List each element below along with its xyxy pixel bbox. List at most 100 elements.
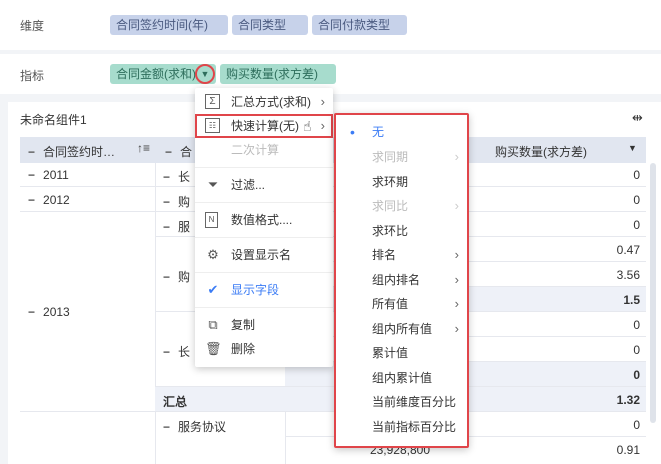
type-label: 长: [178, 170, 191, 184]
dropdown-arrow-icon[interactable]: ▼: [195, 64, 215, 84]
indicator-pill-quantity[interactable]: 购买数量(求方差): [220, 64, 336, 84]
submenu-item-label: 求同期: [372, 150, 409, 164]
submenu-item-dimension-percent[interactable]: 当前维度百分比: [336, 390, 467, 414]
type-cell[interactable]: − 购: [163, 193, 190, 210]
sort-icon[interactable]: ↑≡: [137, 141, 150, 155]
submenu-item-group-cumulative[interactable]: 组内累计值: [336, 366, 467, 390]
submenu-item-rank[interactable]: 排名 ›: [336, 243, 467, 267]
menu-item-aggregate[interactable]: Σ 汇总方式(求和) ›: [195, 90, 333, 114]
submenu-item-label: 所有值: [372, 297, 409, 311]
submenu-item-label: 无: [372, 125, 385, 139]
menu-separator: [195, 307, 333, 308]
dimension-pill-type[interactable]: 合同类型: [232, 15, 308, 35]
collapse-icon[interactable]: −: [28, 305, 35, 319]
dimension-pill-pay[interactable]: 合同付款类型: [312, 15, 407, 35]
header-col1-label: 合同签约时…: [43, 145, 116, 159]
check-icon: ✔: [207, 282, 219, 297]
collapse-icon[interactable]: −: [28, 168, 35, 182]
menu-item-label: 汇总方式(求和): [231, 95, 311, 109]
value-cell: 0: [633, 193, 640, 207]
header-col2[interactable]: − 合: [165, 143, 192, 160]
header-dropdown-icon[interactable]: ▼: [628, 143, 637, 153]
header-col1[interactable]: − 合同签约时…: [28, 143, 115, 160]
type-cell[interactable]: − 长: [163, 343, 190, 360]
type-cell[interactable]: − 服务协议: [163, 418, 226, 435]
copy-icon: ⧉: [208, 317, 218, 332]
chevron-right-icon: ›: [454, 198, 459, 213]
type-label: 服: [178, 220, 191, 234]
submenu-item-none[interactable]: • 无: [336, 120, 467, 144]
dimension-label: 维度: [20, 19, 45, 33]
menu-item-quick-calc[interactable]: ☷ 快速计算(无) ☝ ›: [195, 114, 333, 138]
value-cell: 0: [633, 218, 640, 232]
submenu-item-mom-period[interactable]: 求环期: [336, 170, 467, 194]
value-cell: 0: [633, 418, 640, 432]
collapse-icon[interactable]: −: [163, 220, 170, 234]
menu-item-display-name[interactable]: ⚙ 设置显示名: [195, 243, 333, 267]
table-row-year[interactable]: −2012: [28, 193, 70, 207]
hand-cursor-icon: ☝: [303, 118, 312, 134]
menu-item-delete[interactable]: 🗑 删除: [195, 337, 333, 361]
menu-separator: [195, 237, 333, 238]
header-col-last[interactable]: 购买数量(求方差): [495, 143, 587, 160]
menu-item-secondary-calc: 二次计算: [195, 138, 333, 162]
collapse-icon[interactable]: −: [163, 345, 170, 359]
calculator-icon: ☷: [205, 118, 220, 133]
component-title: 未命名组件1: [20, 113, 87, 127]
type-cell[interactable]: − 长: [163, 168, 190, 185]
submenu-item-group-rank[interactable]: 组内排名 ›: [336, 268, 467, 292]
menu-item-filter[interactable]: ⏷ 过滤...: [195, 173, 333, 197]
type-label: 购: [178, 195, 191, 209]
submenu-item-indicator-percent[interactable]: 当前指标百分比: [336, 415, 467, 439]
menu-item-label: 显示字段: [231, 283, 280, 297]
row-divider: [20, 186, 646, 187]
submenu-item-yoy-period: 求同期 ›: [336, 145, 467, 169]
submenu-item-label: 求环期: [372, 175, 409, 189]
menu-item-label: 数值格式....: [231, 213, 293, 227]
scrollbar[interactable]: [650, 163, 656, 423]
menu-separator: [195, 202, 333, 203]
submenu-item-label: 累计值: [372, 346, 409, 360]
indicator-label: 指标: [20, 69, 45, 83]
submenu-item-label: 当前维度百分比: [372, 395, 457, 409]
table-row-year[interactable]: −2013: [28, 305, 70, 319]
type-label: 购: [178, 270, 191, 284]
quick-calc-submenu: • 无 求同期 › 求环期 求同比 › 求环比 排名 › 组内排名 › 所有值 …: [334, 113, 469, 448]
submenu-item-cumulative[interactable]: 累计值: [336, 341, 467, 365]
submenu-item-group-all-values[interactable]: 组内所有值 ›: [336, 317, 467, 341]
chevron-right-icon: ›: [320, 118, 325, 133]
row-divider: [20, 211, 646, 212]
chevron-right-icon: ›: [454, 149, 459, 164]
selected-dot-icon: •: [350, 124, 355, 140]
menu-item-label: 复制: [231, 318, 256, 332]
submenu-item-mom-ratio[interactable]: 求环比: [336, 219, 467, 243]
chevron-right-icon: ›: [454, 272, 459, 287]
menu-item-label: 二次计算: [231, 143, 280, 157]
collapse-icon[interactable]: −: [163, 170, 170, 184]
submenu-item-label: 组内累计值: [372, 371, 433, 385]
type-cell[interactable]: − 购: [163, 268, 190, 285]
menu-item-show-field[interactable]: ✔ 显示字段: [195, 278, 333, 302]
collapse-icon[interactable]: −: [163, 195, 170, 209]
collapse-icon[interactable]: −: [165, 145, 172, 159]
total-label: 汇总: [163, 395, 188, 409]
chevron-right-icon: ›: [320, 94, 325, 109]
value-cell: 0: [633, 368, 640, 382]
collapse-icon[interactable]: −: [163, 420, 170, 434]
submenu-item-all-values[interactable]: 所有值 ›: [336, 292, 467, 316]
table-row-year[interactable]: −2011: [28, 168, 69, 182]
menu-item-copy[interactable]: ⧉ 复制: [195, 313, 333, 337]
menu-item-number-format[interactable]: N 数值格式....: [195, 208, 333, 232]
row-divider: [20, 411, 646, 412]
header-col2-label: 合: [180, 145, 193, 159]
collapse-icon[interactable]: −: [28, 145, 35, 159]
year-label: 2013: [43, 305, 70, 319]
dimension-pill-year[interactable]: 合同签约时间(年): [110, 15, 228, 35]
expand-horizontal-icon[interactable]: ⇹: [632, 110, 643, 126]
collapse-icon[interactable]: −: [28, 193, 35, 207]
value-cell: 0: [633, 343, 640, 357]
collapse-icon[interactable]: −: [163, 270, 170, 284]
type-cell[interactable]: − 服: [163, 218, 190, 235]
value-cell: 1.32: [616, 393, 640, 407]
menu-item-label: 删除: [231, 342, 256, 356]
